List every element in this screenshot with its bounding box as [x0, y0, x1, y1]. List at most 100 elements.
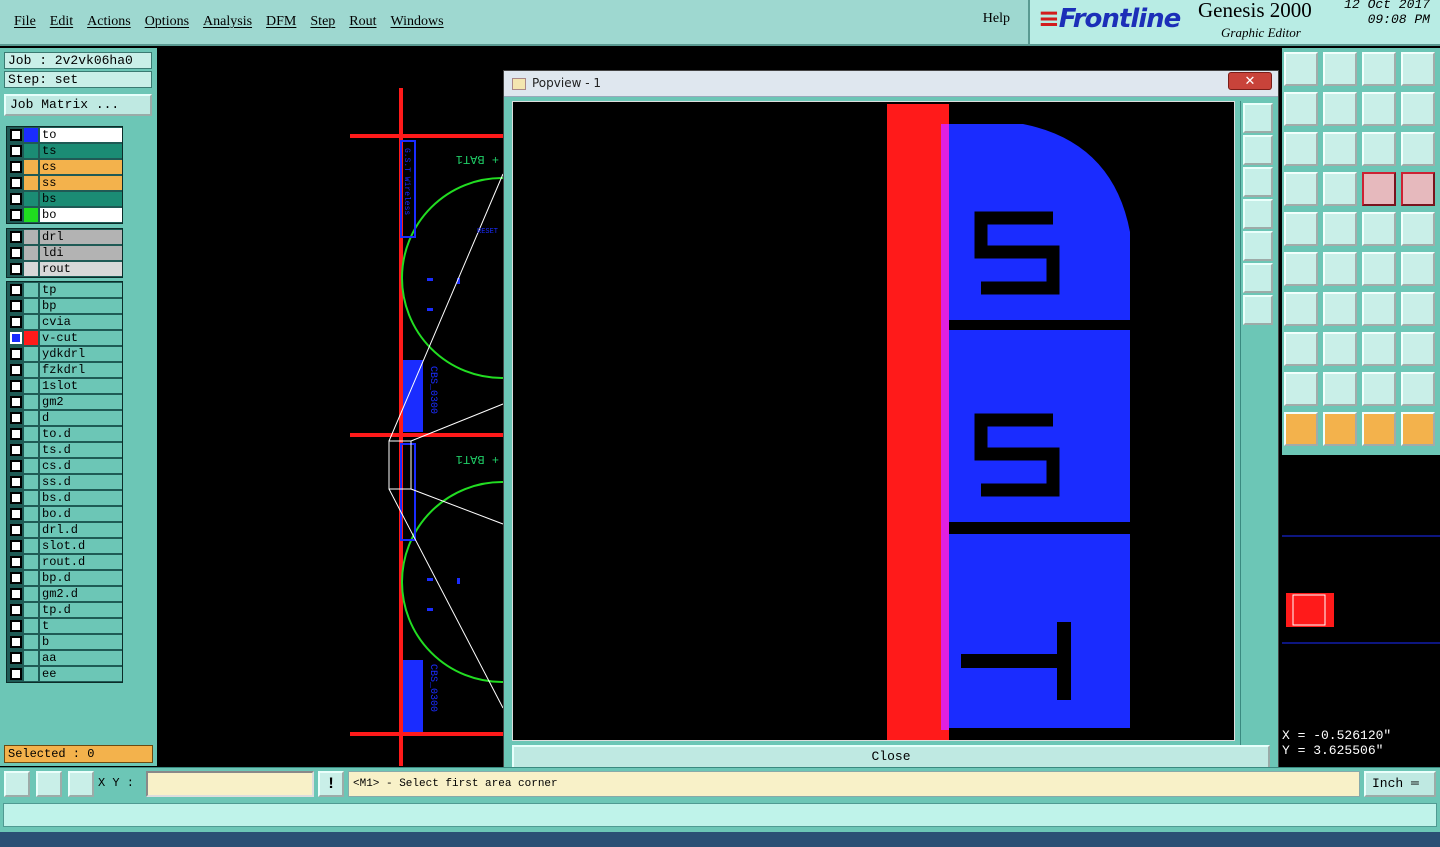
- layer-checkbox[interactable]: [10, 364, 22, 376]
- layer-checkbox[interactable]: [10, 476, 22, 488]
- layer-row[interactable]: aa: [7, 650, 122, 666]
- layer-checkbox[interactable]: [10, 636, 22, 648]
- layer-checkbox[interactable]: [10, 300, 22, 312]
- export-icon[interactable]: [1323, 92, 1357, 126]
- layer-checkbox[interactable]: [10, 316, 22, 328]
- layer-checkbox[interactable]: [10, 604, 22, 616]
- arc-icon[interactable]: [1362, 252, 1396, 286]
- zoom-down-icon[interactable]: [1243, 167, 1273, 197]
- layer-checkbox[interactable]: [10, 348, 22, 360]
- center-icon[interactable]: [1323, 132, 1357, 166]
- triangle-icon[interactable]: [1284, 372, 1318, 406]
- layer-checkbox[interactable]: [10, 620, 22, 632]
- window-icon[interactable]: [1401, 52, 1435, 86]
- close-window-button[interactable]: ✕: [1228, 72, 1272, 90]
- measure-icon[interactable]: [1362, 212, 1396, 246]
- layer-checkbox[interactable]: [10, 247, 22, 259]
- layer-checkbox[interactable]: [10, 524, 22, 536]
- layer-row[interactable]: cs: [7, 159, 122, 175]
- select-2-icon[interactable]: [1362, 412, 1396, 446]
- triangle-2-icon[interactable]: [1323, 372, 1357, 406]
- pad-icon[interactable]: [1401, 212, 1435, 246]
- layer-checkbox[interactable]: [10, 540, 22, 552]
- layer-checkbox[interactable]: [10, 161, 22, 173]
- layer-row[interactable]: ldi: [7, 245, 122, 261]
- layer-checkbox[interactable]: [10, 263, 22, 275]
- layer-row[interactable]: d: [7, 410, 122, 426]
- layer-row[interactable]: rout: [7, 261, 122, 277]
- layer-row[interactable]: to.d: [7, 426, 122, 442]
- menu-dfm[interactable]: DFM: [266, 14, 296, 30]
- layer-row[interactable]: ee: [7, 666, 122, 682]
- layer-checkbox[interactable]: [10, 209, 22, 221]
- grid-toggle-icon[interactable]: [1323, 172, 1357, 206]
- layer-checkbox[interactable]: [10, 556, 22, 568]
- swap-icon[interactable]: [1362, 92, 1396, 126]
- menu-help[interactable]: Help: [983, 11, 1010, 27]
- add-arc-icon[interactable]: [1401, 252, 1435, 286]
- zoom-home-icon[interactable]: [1243, 295, 1273, 325]
- zoom-in-icon[interactable]: [1243, 103, 1273, 133]
- zoom-up-icon[interactable]: [1243, 135, 1273, 165]
- layer-checkbox[interactable]: [10, 380, 22, 392]
- mirror-icon[interactable]: [1401, 292, 1435, 326]
- traffic-light-2-icon[interactable]: [1401, 172, 1435, 206]
- help-icon[interactable]: [1401, 132, 1435, 166]
- import-icon[interactable]: [1284, 92, 1318, 126]
- scale-icon[interactable]: [1362, 132, 1396, 166]
- layer-row[interactable]: bo.d: [7, 506, 122, 522]
- pan-right-icon[interactable]: [1243, 231, 1273, 261]
- layer-checkbox[interactable]: [10, 396, 22, 408]
- segment-icon[interactable]: [1323, 332, 1357, 366]
- layer-row[interactable]: t: [7, 618, 122, 634]
- layer-row[interactable]: bp.d: [7, 570, 122, 586]
- menu-windows[interactable]: Windows: [391, 14, 444, 30]
- layer-row[interactable]: cs.d: [7, 458, 122, 474]
- popview-viewport[interactable]: [512, 101, 1235, 741]
- draw-icon[interactable]: [1323, 212, 1357, 246]
- open-job-icon[interactable]: [1284, 52, 1318, 86]
- select-icon[interactable]: [1323, 412, 1357, 446]
- layer-row[interactable]: fzkdrl: [7, 362, 122, 378]
- layer-row[interactable]: 1slot: [7, 378, 122, 394]
- align-icon[interactable]: [1362, 332, 1396, 366]
- cross-icon[interactable]: [1323, 252, 1357, 286]
- layer-checkbox[interactable]: [10, 129, 22, 141]
- layer-checkbox[interactable]: [10, 572, 22, 584]
- layer-row[interactable]: gm2: [7, 394, 122, 410]
- layer-row[interactable]: ydkdrl: [7, 346, 122, 362]
- layer-row[interactable]: slot.d: [7, 538, 122, 554]
- popview-close-button[interactable]: Close: [512, 745, 1270, 769]
- traffic-light-icon[interactable]: [1362, 172, 1396, 206]
- pointer-icon[interactable]: [1284, 412, 1318, 446]
- menu-edit[interactable]: Edit: [50, 14, 73, 30]
- save-icon[interactable]: [1323, 52, 1357, 86]
- layer-row[interactable]: drl.d: [7, 522, 122, 538]
- layer-row[interactable]: ts.d: [7, 442, 122, 458]
- select-3-icon[interactable]: [1401, 412, 1435, 446]
- job-matrix-button[interactable]: Job Matrix ...: [4, 94, 152, 116]
- layer-row[interactable]: bp: [7, 298, 122, 314]
- snap-icon[interactable]: [1284, 212, 1318, 246]
- connect-icon[interactable]: [1284, 252, 1318, 286]
- array-icon[interactable]: [1401, 332, 1435, 366]
- layer-checkbox[interactable]: [10, 652, 22, 664]
- layer-row[interactable]: v-cut: [7, 330, 122, 346]
- layer-checkbox[interactable]: [10, 193, 22, 205]
- layer-checkbox[interactable]: [10, 231, 22, 243]
- zoom-area-icon[interactable]: [4, 771, 30, 797]
- xy-input[interactable]: [146, 771, 314, 797]
- popview-titlebar[interactable]: Popview - 1 ✕: [504, 71, 1278, 97]
- layer-checkbox[interactable]: [10, 444, 22, 456]
- layer-row[interactable]: bo: [7, 207, 122, 223]
- layer-row[interactable]: gm2.d: [7, 586, 122, 602]
- units-select[interactable]: Inch ═: [1364, 771, 1436, 797]
- home-icon[interactable]: [1362, 52, 1396, 86]
- alert-icon[interactable]: !: [318, 771, 344, 797]
- layer-checkbox[interactable]: [10, 492, 22, 504]
- layer-row[interactable]: bs.d: [7, 490, 122, 506]
- copy-icon[interactable]: [1284, 332, 1318, 366]
- menu-actions[interactable]: Actions: [87, 14, 131, 30]
- layer-row[interactable]: ts: [7, 143, 122, 159]
- menu-rout[interactable]: Rout: [349, 14, 376, 30]
